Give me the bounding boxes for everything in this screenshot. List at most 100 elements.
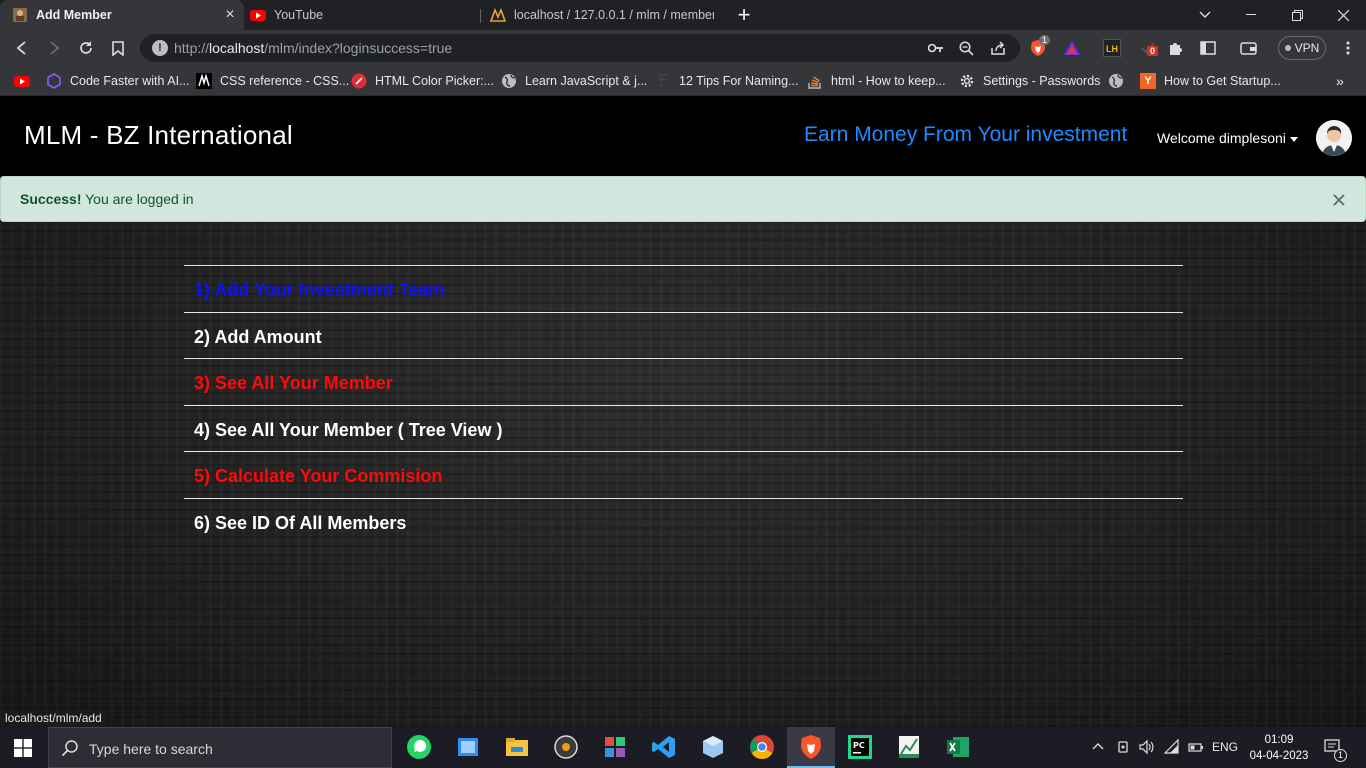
menu-item-label[interactable]: 3) See All Your Member xyxy=(194,373,393,394)
avatar[interactable] xyxy=(1316,120,1352,156)
url-prefix: http:// xyxy=(174,40,210,56)
browser-toolbar: ! http://localhost/mlm/index?loginsucces… xyxy=(0,30,1366,66)
tab-title: Add Member xyxy=(36,8,112,22)
tab-youtube[interactable]: YouTube xyxy=(250,0,480,30)
language-indicator[interactable]: ENG xyxy=(1212,740,1238,754)
bookmarks-bar: Code Faster with AI... CSS reference - C… xyxy=(0,66,1366,96)
bookmark-5[interactable]: F 12 Tips For Naming... xyxy=(655,72,798,90)
bookmark-6[interactable]: html - How to keep... xyxy=(807,72,946,90)
wallet-icon[interactable] xyxy=(1238,38,1258,58)
new-tab-button[interactable]: + xyxy=(734,4,754,26)
bookmark-button[interactable] xyxy=(108,38,128,58)
windows-start-icon[interactable] xyxy=(14,739,32,757)
clock-date: 04-04-2023 xyxy=(1249,750,1309,762)
office-apps-icon[interactable] xyxy=(602,734,628,760)
site-info-icon[interactable]: ! xyxy=(152,40,168,56)
lighthouse-extension-icon[interactable]: LH xyxy=(1102,38,1122,58)
bookmark-4[interactable]: Learn JavaScript & j... xyxy=(501,72,647,90)
brave-rewards-icon[interactable] xyxy=(1062,38,1082,58)
close-icon[interactable] xyxy=(1332,193,1346,207)
minimize-button[interactable] xyxy=(1228,0,1274,30)
media-player-icon[interactable] xyxy=(553,734,579,760)
menu-kebab-icon[interactable] xyxy=(1338,38,1358,58)
user-dropdown[interactable]: Welcome dimplesoni xyxy=(1157,130,1298,146)
alert-strong: Success! xyxy=(20,191,82,207)
youtube-icon xyxy=(250,10,266,21)
sidebar-icon[interactable] xyxy=(1198,38,1218,58)
url-host: localhost xyxy=(209,40,265,56)
tab-search-chevron-icon[interactable] xyxy=(1182,0,1228,30)
address-bar[interactable]: ! http://localhost/mlm/index?loginsucces… xyxy=(140,34,1020,62)
clock-time: 01:09 xyxy=(1264,734,1294,746)
brave-shields-icon[interactable]: 1 xyxy=(1028,35,1051,58)
virtualbox-icon[interactable] xyxy=(700,734,726,760)
web-page: MLM - BZ International Earn Money From Y… xyxy=(0,96,1366,727)
alert-message: Success! You are logged in xyxy=(20,191,194,207)
site-brand[interactable]: MLM - BZ International xyxy=(24,120,293,151)
reload-button[interactable] xyxy=(76,38,96,58)
pycharm-icon[interactable]: PC xyxy=(847,734,873,760)
spreadsheet-app-icon[interactable] xyxy=(896,734,922,760)
speaker-icon[interactable] xyxy=(1138,739,1154,755)
bookmark-1[interactable]: Code Faster with AI... xyxy=(46,72,190,90)
menu-item-label[interactable]: 4) See All Your Member ( Tree View ) xyxy=(194,420,502,441)
menu-item-label[interactable]: 2) Add Amount xyxy=(194,327,322,348)
menu-item-commission[interactable]: 5) Calculate Your Commision xyxy=(184,451,1183,498)
taskbar-search[interactable]: Type here to search xyxy=(48,727,392,768)
menu-item-member-ids[interactable]: 6) See ID Of All Members xyxy=(184,497,1183,545)
menu-item-add-amount[interactable]: 2) Add Amount xyxy=(184,311,1183,359)
tab-phpmyadmin[interactable]: localhost / 127.0.0.1 / mlm / members xyxy=(490,0,722,30)
menu-item-see-members[interactable]: 3) See All Your Member xyxy=(184,358,1183,405)
tray-chevron-icon[interactable] xyxy=(1092,742,1104,750)
vpn-button[interactable]: VPN xyxy=(1278,36,1326,60)
extension-badge-icon[interactable]: 0 xyxy=(1138,38,1159,58)
tab-separator xyxy=(480,9,481,23)
menu-item-label[interactable]: 6) See ID Of All Members xyxy=(194,513,406,534)
key-icon[interactable] xyxy=(926,38,946,58)
close-window-button[interactable] xyxy=(1320,0,1366,30)
bookmark-3[interactable]: HTML Color Picker:... xyxy=(351,72,494,90)
url-text[interactable]: http://localhost/mlm/index?loginsuccess=… xyxy=(174,40,452,56)
bookmark-8[interactable] xyxy=(1108,72,1132,90)
bookmark-youtube[interactable] xyxy=(14,72,38,90)
whatsapp-icon[interactable] xyxy=(406,734,432,760)
action-menu: 1) Add Your Investment Team 2) Add Amoun… xyxy=(184,265,1183,544)
alert-body: You are logged in xyxy=(81,191,194,207)
meet-now-icon[interactable] xyxy=(1116,739,1132,755)
close-tab-icon[interactable]: × xyxy=(222,7,238,23)
site-tagline: Earn Money From Your investment xyxy=(804,123,1128,146)
forward-button[interactable] xyxy=(44,38,64,58)
file-explorer-icon[interactable] xyxy=(504,734,530,760)
bookmark-7[interactable]: Settings - Passwords xyxy=(959,72,1100,90)
menu-item-add-team[interactable]: 1) Add Your Investment Team xyxy=(184,265,1183,312)
vscode-icon[interactable] xyxy=(651,734,677,760)
excel-icon[interactable] xyxy=(945,734,971,760)
taskbar-clock[interactable]: 01:09 04-04-2023 xyxy=(1248,732,1310,764)
bookmark-9[interactable]: Y How to Get Startup... xyxy=(1140,72,1281,90)
menu-item-label[interactable]: 1) Add Your Investment Team xyxy=(194,280,444,301)
brave-taskbar-button[interactable] xyxy=(787,727,835,768)
wifi-icon[interactable] xyxy=(1164,739,1180,755)
color-picker-icon xyxy=(351,73,367,89)
tab-add-member[interactable]: Add Member × xyxy=(0,0,244,30)
restore-button[interactable] xyxy=(1274,0,1320,30)
battery-icon[interactable] xyxy=(1188,739,1204,755)
tab-title: localhost / 127.0.0.1 / mlm / members xyxy=(514,8,714,22)
task-view-icon[interactable] xyxy=(455,734,481,760)
extensions-puzzle-icon[interactable] xyxy=(1166,38,1186,58)
bookmark-2[interactable]: CSS reference - CSS... xyxy=(196,72,349,90)
brave-count-badge: 1 xyxy=(1039,35,1051,45)
share-icon[interactable] xyxy=(988,38,1008,58)
menu-item-label[interactable]: 5) Calculate Your Commision xyxy=(194,466,442,487)
menu-item-tree-view[interactable]: 4) See All Your Member ( Tree View ) xyxy=(184,404,1183,452)
zoom-icon[interactable] xyxy=(956,38,976,58)
bookmark-label: Learn JavaScript & j... xyxy=(525,74,648,88)
bookmark-label: HTML Color Picker:... xyxy=(375,74,495,88)
bookmark-label: Code Faster with AI... xyxy=(70,74,190,88)
more-bookmarks-icon[interactable]: » xyxy=(1336,72,1344,90)
back-button[interactable] xyxy=(12,38,32,58)
notification-count-badge: 1 xyxy=(1334,749,1347,762)
tab-title: YouTube xyxy=(274,8,324,22)
phpmyadmin-icon xyxy=(490,7,506,22)
chrome-icon[interactable] xyxy=(749,734,775,760)
